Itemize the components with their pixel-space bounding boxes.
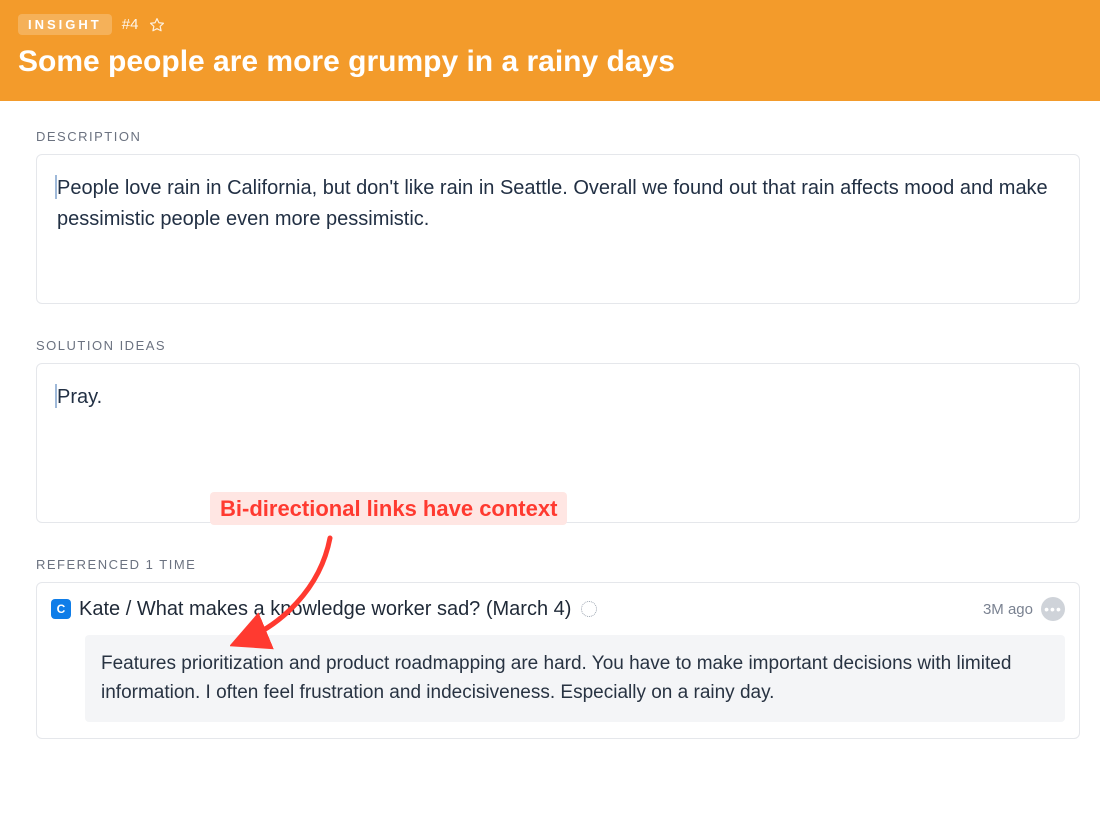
star-icon[interactable]	[148, 16, 166, 34]
description-text: People love rain in California, but don'…	[57, 177, 1048, 230]
issue-number: #4	[122, 16, 139, 33]
ellipsis-icon: •••	[1044, 601, 1062, 617]
reference-timestamp: 3M ago	[983, 601, 1033, 618]
type-badge: INSIGHT	[18, 14, 112, 35]
more-menu-button[interactable]: •••	[1041, 597, 1065, 621]
description-editor[interactable]: People love rain in California, but don'…	[36, 154, 1080, 304]
solution-ideas-block: SOLUTION IDEAS Pray.	[36, 338, 1080, 523]
header-meta-row: INSIGHT #4	[18, 14, 1082, 35]
page-header: INSIGHT #4 Some people are more grumpy i…	[0, 0, 1100, 101]
description-block: DESCRIPTION People love rain in Californ…	[36, 129, 1080, 304]
reference-title-text: Kate / What makes a knowledge worker sad…	[79, 598, 571, 620]
page-title: Some people are more grumpy in a rainy d…	[18, 45, 1082, 79]
main-content: DESCRIPTION People love rain in Californ…	[0, 101, 1100, 759]
reference-card[interactable]: C Kate / What makes a knowledge worker s…	[36, 582, 1080, 739]
reference-chip-icon: C	[51, 599, 71, 619]
solution-ideas-text: Pray.	[57, 386, 102, 408]
reference-header: C Kate / What makes a knowledge worker s…	[51, 597, 1065, 621]
status-dotted-icon	[581, 601, 597, 617]
solution-ideas-editor[interactable]: Pray.	[36, 363, 1080, 523]
solution-ideas-label: SOLUTION IDEAS	[36, 338, 1080, 353]
references-block: REFERENCED 1 TIME C Kate / What makes a …	[36, 557, 1080, 739]
description-label: DESCRIPTION	[36, 129, 1080, 144]
reference-title[interactable]: Kate / What makes a knowledge worker sad…	[79, 598, 597, 621]
reference-meta: 3M ago •••	[983, 597, 1065, 621]
reference-quote: Features prioritization and product road…	[85, 635, 1065, 722]
references-label: REFERENCED 1 TIME	[36, 557, 1080, 572]
